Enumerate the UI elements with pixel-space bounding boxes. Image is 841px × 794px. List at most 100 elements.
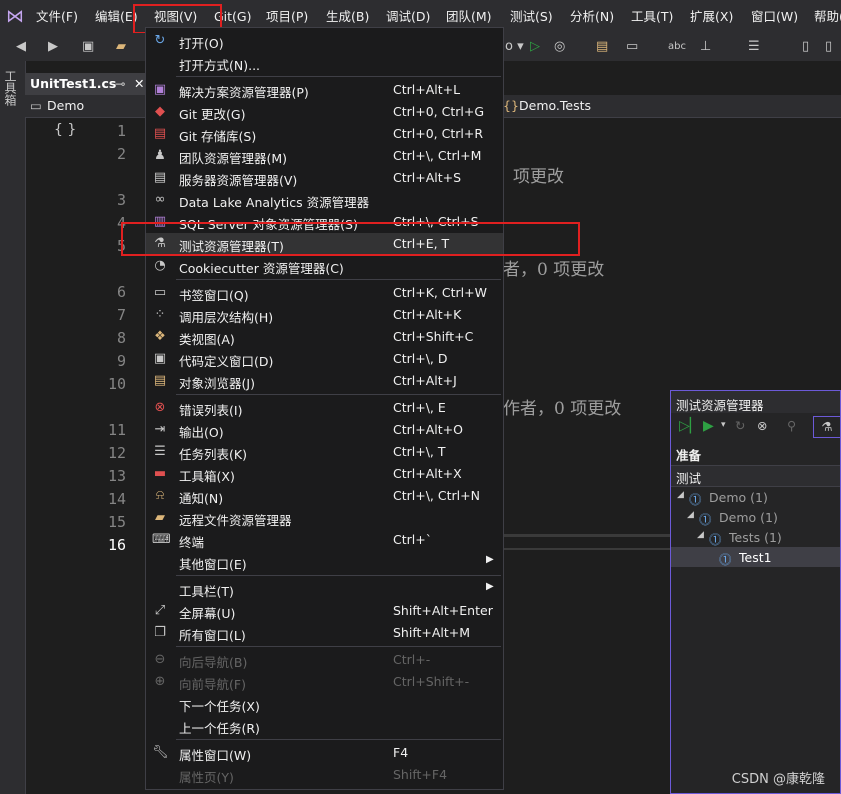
menu-item-all-windows[interactable]: ❐ 所有窗口(L) Shift+Alt+M	[146, 622, 503, 644]
tree-node-tests-class[interactable]: ◢ ⓵ Tests (1)	[671, 527, 840, 547]
menu-item-navigate-back[interactable]: ⊖ 向后导航(B) Ctrl+-	[146, 649, 503, 671]
test-run-status: 准备	[676, 448, 702, 463]
menu-separator	[176, 646, 501, 647]
menu-item-terminal[interactable]: ⌨ 终端 Ctrl+`	[146, 529, 503, 551]
comment-icon[interactable]: ☰	[748, 38, 760, 56]
solution-explorer-icon: ▣	[153, 82, 167, 97]
toolbox-tab[interactable]: 工具箱	[3, 70, 19, 106]
git-repository-icon: ▤	[153, 126, 167, 141]
align-icon[interactable]: ⊥	[700, 38, 711, 56]
code-definition-icon: ▣	[153, 351, 167, 366]
playlist-flask-icon[interactable]: ⚗	[813, 416, 841, 438]
expand-arrow-icon[interactable]: ◢	[697, 530, 704, 540]
menu-item-team-explorer[interactable]: ♟ 团队资源管理器(M) Ctrl+\, Ctrl+M	[146, 145, 503, 167]
menu-item-previous-task[interactable]: 上一个任务(R)	[146, 715, 503, 737]
test-column-header[interactable]: 测试	[671, 465, 840, 487]
test-explorer-titlebar: 测试资源管理器	[671, 391, 840, 413]
tree-node-demo-namespace[interactable]: ◢ ⓵ Demo (1)	[671, 507, 840, 527]
menu-item-task-list[interactable]: ☰ 任务列表(K) Ctrl+\, T	[146, 441, 503, 463]
menu-item-navigate-forward[interactable]: ⊕ 向前导航(F) Ctrl+Shift+-	[146, 671, 503, 693]
new-project-icon[interactable]: ▣	[82, 38, 94, 56]
line-number: 1	[116, 122, 126, 140]
menu-item-output[interactable]: ⇥ 输出(O) Ctrl+Alt+O	[146, 419, 503, 441]
task-list-icon: ☰	[154, 444, 166, 459]
menu-analyze[interactable]: 分析(N)	[570, 8, 614, 26]
menu-item-bookmarks[interactable]: ▭ 书签窗口(Q) Ctrl+K, Ctrl+W	[146, 282, 503, 304]
spell-check-icon[interactable]: abc	[668, 38, 686, 56]
menu-item-data-lake[interactable]: ∞ Data Lake Analytics 资源管理器	[146, 189, 503, 211]
menu-item-call-hierarchy[interactable]: ⁘ 调用层次结构(H) Ctrl+Alt+K	[146, 304, 503, 326]
hot-reload-icon[interactable]: ◎	[554, 38, 565, 56]
menu-window[interactable]: 窗口(W)	[751, 8, 798, 26]
menu-item-remote-files[interactable]: ▰ 远程文件资源管理器	[146, 507, 503, 529]
menu-separator	[176, 575, 501, 576]
pin-icon[interactable]: ⊸	[115, 76, 125, 91]
menu-item-code-definition[interactable]: ▣ 代码定义窗口(D) Ctrl+\, D	[146, 348, 503, 370]
nav-project-dropdown[interactable]: Demo	[47, 98, 84, 113]
expand-arrow-icon[interactable]: ◢	[687, 510, 694, 520]
menu-item-git-changes[interactable]: ◆ Git 更改(G) Ctrl+0, Ctrl+G	[146, 101, 503, 123]
run-tests-icon[interactable]: ▶	[703, 418, 714, 434]
fullscreen-icon: ⤢	[154, 603, 166, 618]
tree-node-demo-project[interactable]: ◢ ⓵ Demo (1)	[671, 487, 840, 507]
menu-item-next-task[interactable]: 下一个任务(X)	[146, 693, 503, 715]
menu-separator	[176, 76, 501, 77]
menu-tools[interactable]: 工具(T)	[631, 8, 673, 26]
menu-item-git-repository[interactable]: ▤ Git 存储库(S) Ctrl+0, Ctrl+R	[146, 123, 503, 145]
menu-build[interactable]: 生成(B)	[326, 8, 369, 26]
run-all-tests-icon[interactable]: ▷▏	[679, 418, 701, 434]
nav-namespace-dropdown[interactable]: Demo.Tests	[519, 98, 591, 113]
menu-debug[interactable]: 调试(D)	[386, 8, 430, 26]
run-dropdown-icon[interactable]: ▾	[721, 420, 726, 430]
menu-item-class-view[interactable]: ❖ 类视图(A) Ctrl+Shift+C	[146, 326, 503, 348]
terminal-icon: ⌨	[152, 532, 171, 547]
menu-help[interactable]: 帮助(	[814, 8, 841, 26]
close-tab-icon[interactable]: ✕	[134, 76, 144, 91]
line-number: 8	[116, 329, 126, 347]
menu-item-cookiecutter[interactable]: ◔ Cookiecutter 资源管理器(C)	[146, 255, 503, 277]
menu-item-fullscreen[interactable]: ⤢ 全屏幕(U) Shift+Alt+Enter	[146, 600, 503, 622]
line-number: 13	[107, 467, 126, 485]
test-explorer-panel: 测试资源管理器 ▷▏ ▶ ▾ ↻ ⊗ ⚲ ⚗ 准备 测试 ◢ ⓵ Demo (1…	[670, 390, 841, 794]
line-number: 2	[116, 145, 126, 163]
output-icon: ⇥	[154, 422, 166, 437]
folder-icon[interactable]: ▤	[596, 38, 608, 56]
start-debugging-icon[interactable]: ▷	[530, 38, 540, 56]
menu-item-open-with[interactable]: 打开方式(N)...	[146, 52, 503, 74]
menu-edit[interactable]: 编辑(E)	[95, 8, 138, 26]
menu-item-object-browser[interactable]: ▤ 对象浏览器(J) Ctrl+Alt+J	[146, 370, 503, 392]
menu-item-toolbars[interactable]: 工具栏(T) ▶	[146, 578, 503, 600]
menu-item-properties-window[interactable]: 🔧︎ 属性窗口(W) F4	[146, 742, 503, 764]
menu-item-toolbox[interactable]: ▬ 工具箱(X) Ctrl+Alt+X	[146, 463, 503, 485]
menu-team[interactable]: 团队(M)	[446, 8, 492, 26]
call-hierarchy-icon: ⁘	[154, 307, 166, 322]
window-layout-icon[interactable]: ▭	[626, 38, 638, 56]
menu-file[interactable]: 文件(F)	[36, 8, 78, 26]
menu-item-error-list[interactable]: ⊗ 错误列表(I) Ctrl+\, E	[146, 397, 503, 419]
menu-project[interactable]: 项目(P)	[266, 8, 308, 26]
menu-item-other-windows[interactable]: 其他窗口(E) ▶	[146, 551, 503, 573]
menu-item-property-pages[interactable]: 属性页(Y) Shift+F4	[146, 764, 503, 786]
tree-node-test1[interactable]: ⓵ Test1	[671, 547, 840, 567]
forward-icon[interactable]: ▶	[48, 38, 58, 56]
cancel-run-icon[interactable]: ⊗	[757, 418, 767, 433]
view-menu-dropdown: ↻ 打开(O) 打开方式(N)... ▣ 解决方案资源管理器(P) Ctrl+Alt+…	[145, 27, 504, 790]
menu-extensions[interactable]: 扩展(X)	[690, 8, 733, 26]
expand-arrow-icon[interactable]: ◢	[677, 490, 684, 500]
menu-item-server-explorer[interactable]: ▤ 服务器资源管理器(V) Ctrl+Alt+S	[146, 167, 503, 189]
code-lens-icon[interactable]: { }	[54, 122, 76, 138]
line-number: 6	[116, 283, 126, 301]
error-list-icon: ⊗	[154, 400, 166, 415]
bookmark-next-icon[interactable]: ▯	[825, 38, 832, 56]
dropdown-text-icon[interactable]: o ▾	[505, 38, 524, 56]
back-icon[interactable]: ◀	[16, 38, 26, 56]
test-explorer-title: 测试资源管理器	[676, 398, 764, 413]
line-number: 10	[107, 375, 126, 393]
menu-item-solution-explorer[interactable]: ▣ 解决方案资源管理器(P) Ctrl+Alt+L	[146, 79, 503, 101]
bookmark-toolbar-icon[interactable]: ▯	[802, 38, 809, 56]
menu-test[interactable]: 测试(S)	[510, 8, 553, 26]
menu-item-open[interactable]: ↻ 打开(O)	[146, 30, 503, 52]
menu-item-notifications[interactable]: ⍾ 通知(N) Ctrl+\, Ctrl+N	[146, 485, 503, 507]
open-folder-icon[interactable]: ▰	[116, 38, 126, 56]
project-icon: ▭	[30, 98, 42, 113]
